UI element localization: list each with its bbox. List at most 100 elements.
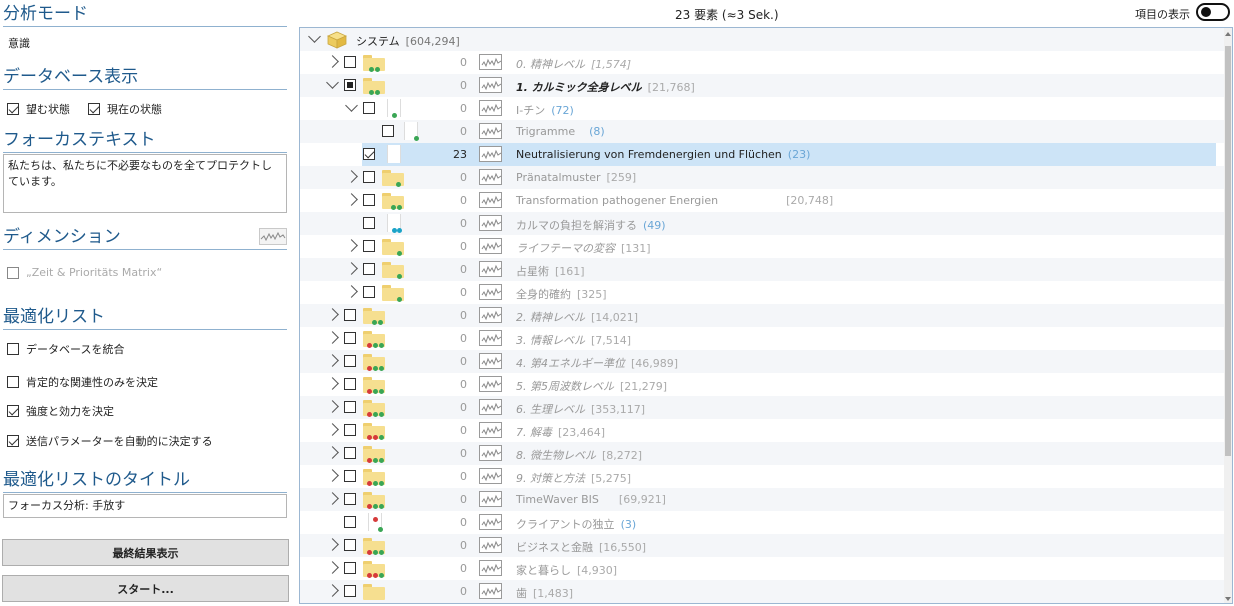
optimization-title-field[interactable]: フォーカス分析: 手放す <box>3 494 287 518</box>
chevron-right-icon[interactable] <box>326 423 339 436</box>
waveform-icon[interactable] <box>479 376 502 392</box>
row-checkbox[interactable] <box>344 309 356 321</box>
row-checkbox[interactable] <box>344 470 356 482</box>
tree-row[interactable]: 0 Pränatalmuster [259] <box>300 166 1225 189</box>
row-checkbox[interactable] <box>363 102 375 114</box>
row-checkbox[interactable] <box>363 217 375 229</box>
waveform-icon[interactable] <box>479 146 502 162</box>
zeit-matrix-checkbox[interactable] <box>7 266 19 279</box>
chevron-right-icon[interactable] <box>326 308 339 321</box>
desired-state-checkbox[interactable] <box>7 103 19 115</box>
waveform-icon[interactable] <box>479 422 502 438</box>
chevron-right-icon[interactable] <box>326 446 339 459</box>
chevron-right-icon[interactable] <box>345 239 358 252</box>
waveform-icon[interactable] <box>479 514 502 530</box>
start-button[interactable]: スタート... <box>2 575 289 602</box>
positive-only-option[interactable]: 肯定的な関連性のみを決定 <box>7 374 158 390</box>
tree-row[interactable]: 0 2. 精神レベル [14,021] <box>300 304 1225 327</box>
scroll-down-icon[interactable] <box>1225 597 1231 601</box>
scrollbar-thumb[interactable] <box>1225 46 1231 456</box>
waveform-icon[interactable] <box>479 353 502 369</box>
dimension-wave-button[interactable] <box>259 228 287 245</box>
row-checkbox[interactable] <box>344 378 356 390</box>
tree-row[interactable]: 0 5. 第5周波数レベル [21,279] <box>300 373 1225 396</box>
chevron-down-icon[interactable] <box>345 99 358 112</box>
tree-row[interactable]: 0 7. 解毒 [23,464] <box>300 419 1225 442</box>
waveform-icon[interactable] <box>479 238 502 254</box>
analysis-mode-value[interactable]: 意識 <box>8 35 30 51</box>
tree-row[interactable]: 0 Transformation pathogener Energien [20,… <box>300 189 1225 212</box>
row-checkbox[interactable] <box>344 401 356 413</box>
waveform-icon[interactable] <box>479 169 502 185</box>
waveform-icon[interactable] <box>479 123 502 139</box>
row-checkbox[interactable] <box>344 332 356 344</box>
chevron-right-icon[interactable] <box>345 193 358 206</box>
show-items-toggle[interactable] <box>1196 3 1230 21</box>
row-checkbox[interactable] <box>344 585 356 597</box>
row-checkbox[interactable] <box>344 56 356 68</box>
waveform-icon[interactable] <box>479 537 502 553</box>
merge-databases-option[interactable]: データベースを統合 <box>7 341 124 357</box>
row-checkbox[interactable] <box>344 493 356 505</box>
chevron-right-icon[interactable] <box>326 469 339 482</box>
row-checkbox[interactable] <box>344 355 356 367</box>
focus-text-field[interactable]: 私たちは、私たちに不必要なものを全てプロテクトしています。 <box>3 154 287 213</box>
chevron-down-icon[interactable] <box>308 30 321 43</box>
tree-row[interactable]: 0 クライアントの独立 (3) <box>300 511 1225 534</box>
waveform-icon[interactable] <box>479 399 502 415</box>
row-checkbox[interactable] <box>363 240 375 252</box>
tree-row[interactable]: 0 4. 第4エネルギー準位 [46,989] <box>300 350 1225 373</box>
waveform-icon[interactable] <box>479 491 502 507</box>
row-checkbox[interactable] <box>363 171 375 183</box>
tree-row[interactable]: 0 6. 生理レベル [353,117] <box>300 396 1225 419</box>
chevron-right-icon[interactable] <box>326 561 339 574</box>
row-checkbox[interactable] <box>363 286 375 298</box>
current-state-option[interactable]: 現在の状態 <box>88 101 162 117</box>
waveform-icon[interactable] <box>479 445 502 461</box>
chevron-right-icon[interactable] <box>326 354 339 367</box>
waveform-icon[interactable] <box>479 261 502 277</box>
waveform-icon[interactable] <box>479 307 502 323</box>
row-checkbox[interactable] <box>344 424 356 436</box>
row-checkbox[interactable] <box>363 263 375 275</box>
auto-params-checkbox[interactable] <box>7 435 19 447</box>
chevron-right-icon[interactable] <box>345 170 358 183</box>
tree-row[interactable]: 0 9. 対策と方法 [5,275] <box>300 465 1225 488</box>
waveform-icon[interactable] <box>479 215 502 231</box>
chevron-right-icon[interactable] <box>326 584 339 597</box>
chevron-right-icon[interactable] <box>326 538 339 551</box>
waveform-icon[interactable] <box>479 583 502 599</box>
tree-row[interactable]: 0 全身的確約 [325] <box>300 281 1225 304</box>
auto-params-option[interactable]: 送信パラメーターを自動的に決定する <box>7 433 213 449</box>
intensity-option[interactable]: 強度と効力を決定 <box>7 403 114 419</box>
positive-only-checkbox[interactable] <box>7 376 19 388</box>
desired-state-option[interactable]: 望む状態 <box>7 101 70 117</box>
tree-row[interactable]: 0 Trigramme (8) <box>300 120 1225 143</box>
tree-row[interactable]: 0 歯 [1,483] <box>300 580 1225 603</box>
chevron-right-icon[interactable] <box>326 331 339 344</box>
chevron-right-icon[interactable] <box>326 55 339 68</box>
row-checkbox[interactable] <box>344 79 356 91</box>
waveform-icon[interactable] <box>479 100 502 116</box>
waveform-icon[interactable] <box>479 330 502 346</box>
chevron-right-icon[interactable] <box>345 262 358 275</box>
waveform-icon[interactable] <box>479 54 502 70</box>
tree-row[interactable]: 0 占星術 [161] <box>300 258 1225 281</box>
tree-row[interactable]: 0 ライフテーマの変容 [131] <box>300 235 1225 258</box>
waveform-icon[interactable] <box>479 560 502 576</box>
row-checkbox[interactable] <box>344 562 356 574</box>
tree-row[interactable]: 0 ビジネスと金融 [16,550] <box>300 534 1225 557</box>
tree-row[interactable]: 0 3. 情報レベル [7,514] <box>300 327 1225 350</box>
row-checkbox[interactable] <box>344 516 356 528</box>
row-checkbox[interactable] <box>363 148 375 160</box>
tree-row[interactable]: 0 I-チン (72) <box>300 97 1225 120</box>
tree-row[interactable]: 0 8. 微生物レベル [8,272] <box>300 442 1225 465</box>
tree-row[interactable]: 0 カルマの負担を解消する (49) <box>300 212 1225 235</box>
chevron-right-icon[interactable] <box>326 492 339 505</box>
row-checkbox[interactable] <box>363 194 375 206</box>
tree-row-selected[interactable]: 23 Neutralisierung von Fremdenergien und… <box>300 143 1225 166</box>
waveform-icon[interactable] <box>479 77 502 93</box>
row-checkbox[interactable] <box>382 125 394 137</box>
row-checkbox[interactable] <box>344 539 356 551</box>
zeit-matrix-option[interactable]: „Zeit & Prioritäts Matrix“ <box>7 266 162 279</box>
